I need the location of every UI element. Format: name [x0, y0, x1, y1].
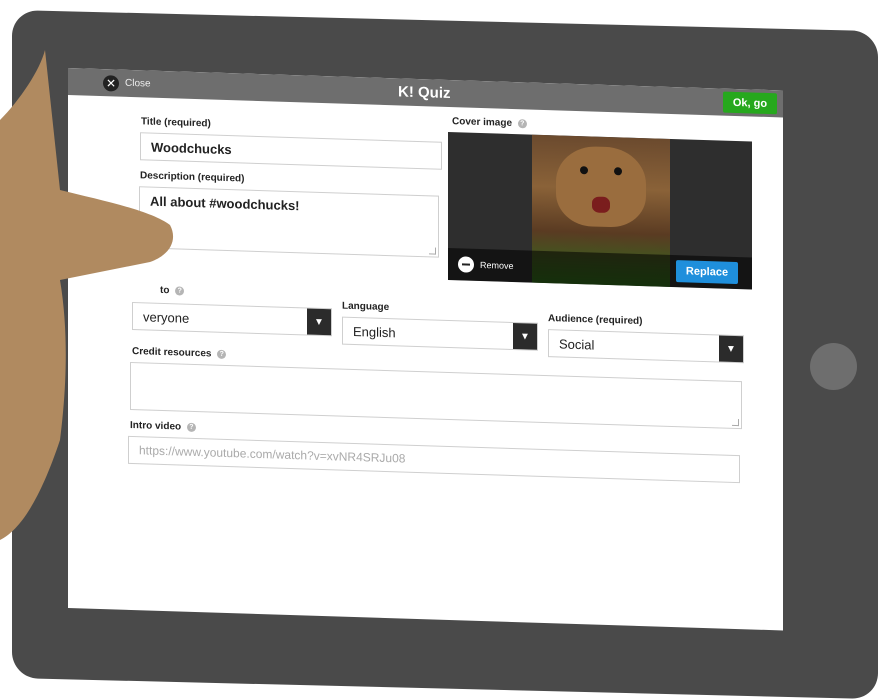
audience-value: Social	[559, 336, 595, 353]
title-label: Title (required)	[141, 116, 211, 130]
home-button[interactable]	[810, 343, 857, 390]
ok-go-button[interactable]: Ok, go	[723, 91, 777, 115]
app-title: K! Quiz	[398, 83, 451, 103]
info-icon[interactable]: ?	[175, 286, 185, 296]
remove-icon	[458, 256, 474, 273]
resize-grip-icon[interactable]	[732, 418, 739, 427]
intro-video-input[interactable]: https://www.youtube.com/watch?v=xvNR4SRJ…	[128, 435, 740, 484]
cover-image-toolbar: Remove Replace	[448, 247, 752, 290]
visible-to-label: to ?	[160, 285, 185, 297]
woodchuck-head	[556, 145, 646, 229]
cover-image-label: Cover image ?	[452, 116, 527, 129]
audience-select[interactable]: Social ▼	[548, 329, 744, 364]
language-value: English	[353, 323, 396, 341]
credit-resources-textarea[interactable]	[130, 361, 742, 430]
credit-resources-label: Credit resources ?	[132, 346, 227, 360]
description-label: Description (required)	[140, 170, 245, 185]
visible-to-select[interactable]: veryone ▼	[132, 302, 332, 337]
close-icon: ✕	[103, 74, 119, 92]
language-select[interactable]: English ▼	[342, 316, 538, 351]
remove-image-button[interactable]: Remove	[458, 256, 514, 274]
audience-label: Audience (required)	[548, 313, 643, 328]
dropdown-arrow-icon: ▼	[719, 335, 743, 363]
title-input[interactable]: Woodchucks	[140, 132, 442, 170]
description-text: All about #woodchucks!	[150, 193, 300, 214]
quiz-editor-screen: ✕ Close K! Quiz Ok, go Title (required) …	[68, 68, 783, 631]
dropdown-arrow-icon: ▼	[513, 322, 537, 350]
replace-image-button[interactable]: Replace	[676, 260, 738, 285]
dropdown-arrow-icon: ▼	[307, 308, 331, 336]
cover-image: Remove Replace	[448, 131, 752, 290]
info-icon[interactable]: ?	[517, 118, 527, 129]
resize-grip-icon[interactable]	[429, 247, 436, 255]
woodchuck-eye	[580, 166, 588, 175]
info-icon[interactable]: ?	[217, 349, 227, 359]
woodchuck-mouth	[592, 196, 610, 214]
visible-to-value: veryone	[143, 309, 190, 326]
close-label: Close	[125, 77, 151, 90]
info-icon[interactable]: ?	[186, 422, 196, 432]
description-textarea[interactable]: All about #woodchucks!	[139, 186, 439, 258]
close-button[interactable]: ✕ Close	[103, 73, 151, 93]
woodchuck-eye	[614, 167, 622, 176]
language-label: Language	[342, 300, 390, 314]
intro-video-label: Intro video ?	[130, 420, 196, 433]
